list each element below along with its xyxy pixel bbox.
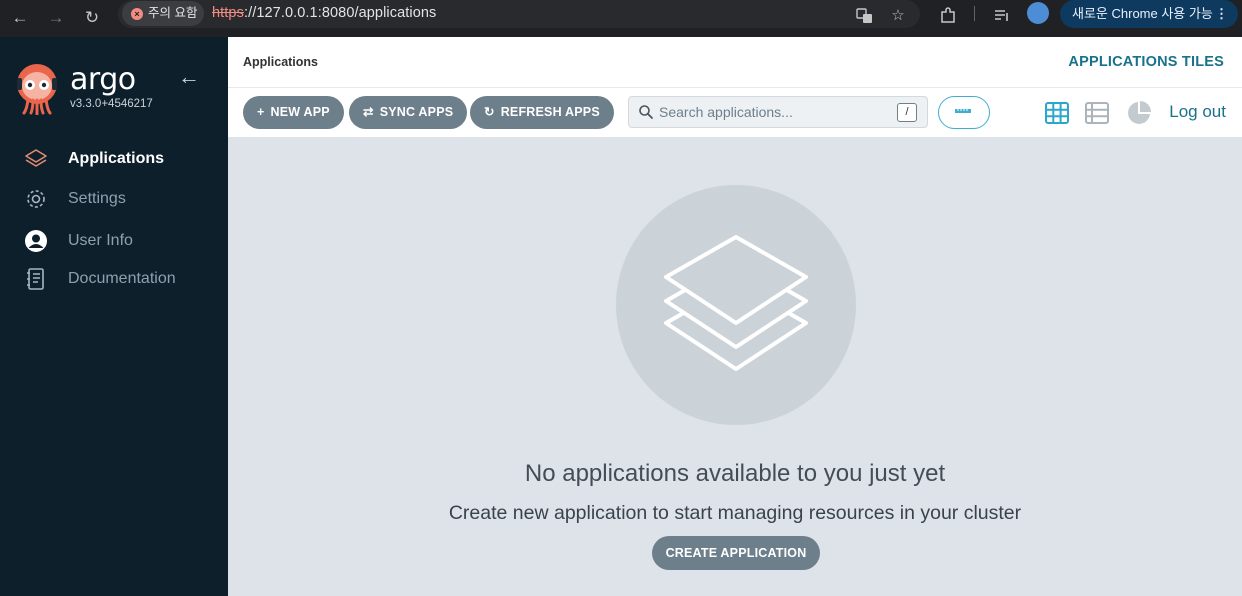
sidebar-item-label: Settings: [68, 190, 126, 207]
new-app-button[interactable]: + NEW APP: [243, 96, 344, 129]
sync-icon: ⇄: [363, 105, 374, 119]
page-header: Applications APPLICATIONS TILES: [228, 37, 1242, 88]
argo-logo: [17, 64, 57, 115]
update-label: 새로운 Chrome 사용 가능: [1072, 6, 1213, 21]
version-label: v3.3.0+4546217: [70, 98, 153, 110]
security-warning-chip[interactable]: × 주의 요함: [122, 1, 204, 26]
sidebar-item-label: Applications: [68, 150, 165, 167]
browser-toolbar: ← → ↻ × 주의 요함 https://127.0.0.1:8080/app…: [0, 0, 1242, 37]
star-icon[interactable]: ☆: [886, 4, 910, 28]
more-icon: ⋮: [1215, 6, 1228, 21]
empty-state-illustration: [616, 185, 856, 425]
url-scheme: https: [212, 5, 244, 21]
url-path: ://127.0.0.1:8080/applications: [243, 5, 437, 21]
layers-icon: [25, 149, 47, 167]
refresh-icon: ↻: [484, 105, 495, 119]
sidebar-item-applications[interactable]: Applications: [0, 141, 228, 177]
plus-icon: +: [257, 105, 265, 119]
sidebar-item-user-info[interactable]: User Info: [0, 223, 228, 259]
translate-icon[interactable]: [853, 4, 877, 28]
layers-icon: [664, 235, 808, 371]
search-box[interactable]: /: [628, 96, 928, 128]
page-title: Applications: [243, 55, 319, 69]
filters-toggle-button[interactable]: [938, 96, 990, 129]
view-title: APPLICATIONS TILES: [1068, 54, 1224, 70]
brand-name: argo: [70, 62, 136, 97]
book-icon: [27, 268, 44, 290]
applications-toolbar: + NEW APP ⇄ SYNC APPS ↻ REFRESH APPS / Log …: [228, 88, 1242, 138]
user-icon: [25, 230, 47, 252]
summary-view-icon[interactable]: [1126, 100, 1152, 126]
empty-state-subtitle: Create new application to start managing…: [448, 502, 1022, 524]
list-view-icon[interactable]: [1084, 100, 1110, 126]
chrome-update-button[interactable]: 새로운 Chrome 사용 가능 ⋮: [1060, 0, 1238, 28]
create-application-button[interactable]: CREATE APPLICATION: [652, 536, 820, 570]
ruler-icon: [955, 109, 971, 113]
warning-icon: ×: [131, 8, 143, 20]
extensions-icon[interactable]: [936, 4, 960, 28]
new-app-label: NEW APP: [270, 105, 330, 119]
refresh-apps-label: REFRESH APPS: [500, 105, 600, 119]
sidebar-item-label: Documentation: [68, 270, 176, 287]
reload-icon[interactable]: ↻: [78, 4, 106, 32]
logout-link[interactable]: Log out: [1169, 102, 1226, 122]
tiles-view-icon[interactable]: [1044, 100, 1070, 126]
refresh-apps-button[interactable]: ↻ REFRESH APPS: [470, 96, 614, 129]
search-shortcut-key: /: [897, 103, 917, 122]
back-icon[interactable]: ←: [6, 4, 34, 32]
collapse-sidebar-icon[interactable]: ←: [176, 64, 202, 90]
applications-content: No applications available to you just ye…: [228, 138, 1242, 596]
sync-apps-button[interactable]: ⇄ SYNC APPS: [349, 96, 468, 129]
empty-state-title: No applications available to you just ye…: [524, 460, 946, 487]
toolbar-separator: [974, 6, 975, 21]
gear-icon: [27, 190, 45, 208]
reading-list-icon[interactable]: [990, 4, 1014, 28]
profile-avatar[interactable]: [1027, 2, 1049, 24]
forward-icon[interactable]: →: [42, 4, 70, 32]
sidebar-item-documentation[interactable]: Documentation: [0, 261, 228, 297]
url-text[interactable]: https://127.0.0.1:8080/applications: [212, 0, 436, 27]
search-input[interactable]: [659, 101, 889, 123]
search-icon: [639, 105, 653, 119]
security-label: 주의 요함: [148, 6, 198, 20]
sync-apps-label: SYNC APPS: [379, 105, 454, 119]
sidebar: argo v3.3.0+4546217 ← Applications Setti…: [0, 37, 228, 596]
sidebar-item-label: User Info: [68, 232, 133, 249]
sidebar-item-settings[interactable]: Settings: [0, 181, 228, 217]
